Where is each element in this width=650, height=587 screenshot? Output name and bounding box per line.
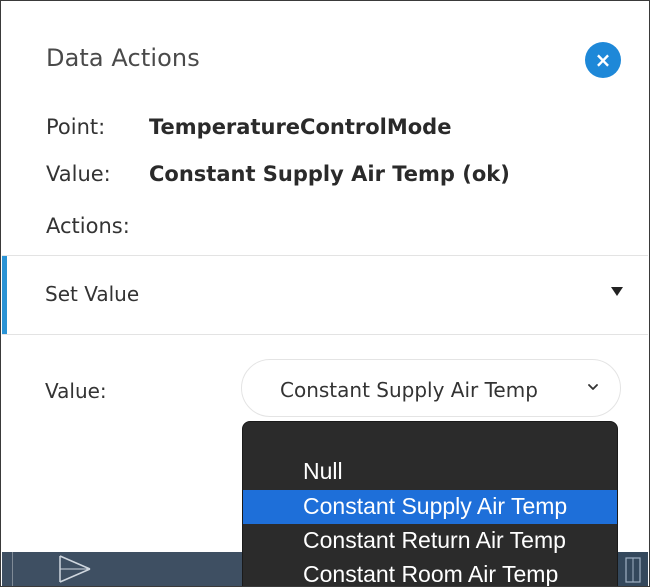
select-current-value: Constant Supply Air Temp: [280, 378, 538, 402]
option-label: Constant Return Air Temp: [303, 527, 566, 553]
caret-down-icon: [611, 287, 623, 296]
set-value-section-header[interactable]: Set Value: [2, 255, 648, 335]
current-value: Constant Supply Air Temp (ok): [149, 162, 510, 186]
actions-label: Actions:: [46, 214, 130, 238]
point-value: TemperatureControlMode: [149, 115, 452, 139]
set-value-label: Set Value: [45, 282, 140, 306]
dialog-title: Data Actions: [46, 44, 200, 72]
value-row: Value: Constant Supply Air Temp (ok): [46, 162, 510, 186]
section-accent-bar: [2, 256, 7, 334]
equipment-symbol-icon: [625, 557, 641, 583]
select-field-label: Value:: [45, 379, 107, 403]
point-label: Point:: [46, 115, 106, 139]
value-label: Value:: [46, 162, 111, 186]
option-label: Null: [303, 458, 343, 484]
actions-row: Actions:: [46, 214, 149, 238]
background-canvas-left: [2, 552, 242, 586]
dropdown-option[interactable]: Constant Return Air Temp: [243, 524, 617, 558]
value-dropdown-list: Null Constant Supply Air Temp Constant R…: [242, 421, 618, 587]
background-line: [12, 552, 13, 586]
close-button[interactable]: ×: [585, 42, 621, 78]
damper-symbol-icon: [59, 555, 91, 583]
chevron-down-icon: [588, 384, 598, 390]
value-select[interactable]: Constant Supply Air Temp: [241, 359, 621, 417]
close-icon: ×: [594, 47, 612, 72]
point-row: Point: TemperatureControlMode: [46, 115, 451, 139]
dropdown-option[interactable]: Constant Room Air Temp: [243, 558, 617, 587]
option-label: Constant Supply Air Temp: [303, 493, 568, 519]
dropdown-option-selected[interactable]: Constant Supply Air Temp: [243, 490, 617, 524]
dropdown-option[interactable]: Null: [243, 455, 617, 489]
window-frame: Data Actions × Point: TemperatureControl…: [0, 0, 650, 587]
option-label: Constant Room Air Temp: [303, 561, 559, 587]
